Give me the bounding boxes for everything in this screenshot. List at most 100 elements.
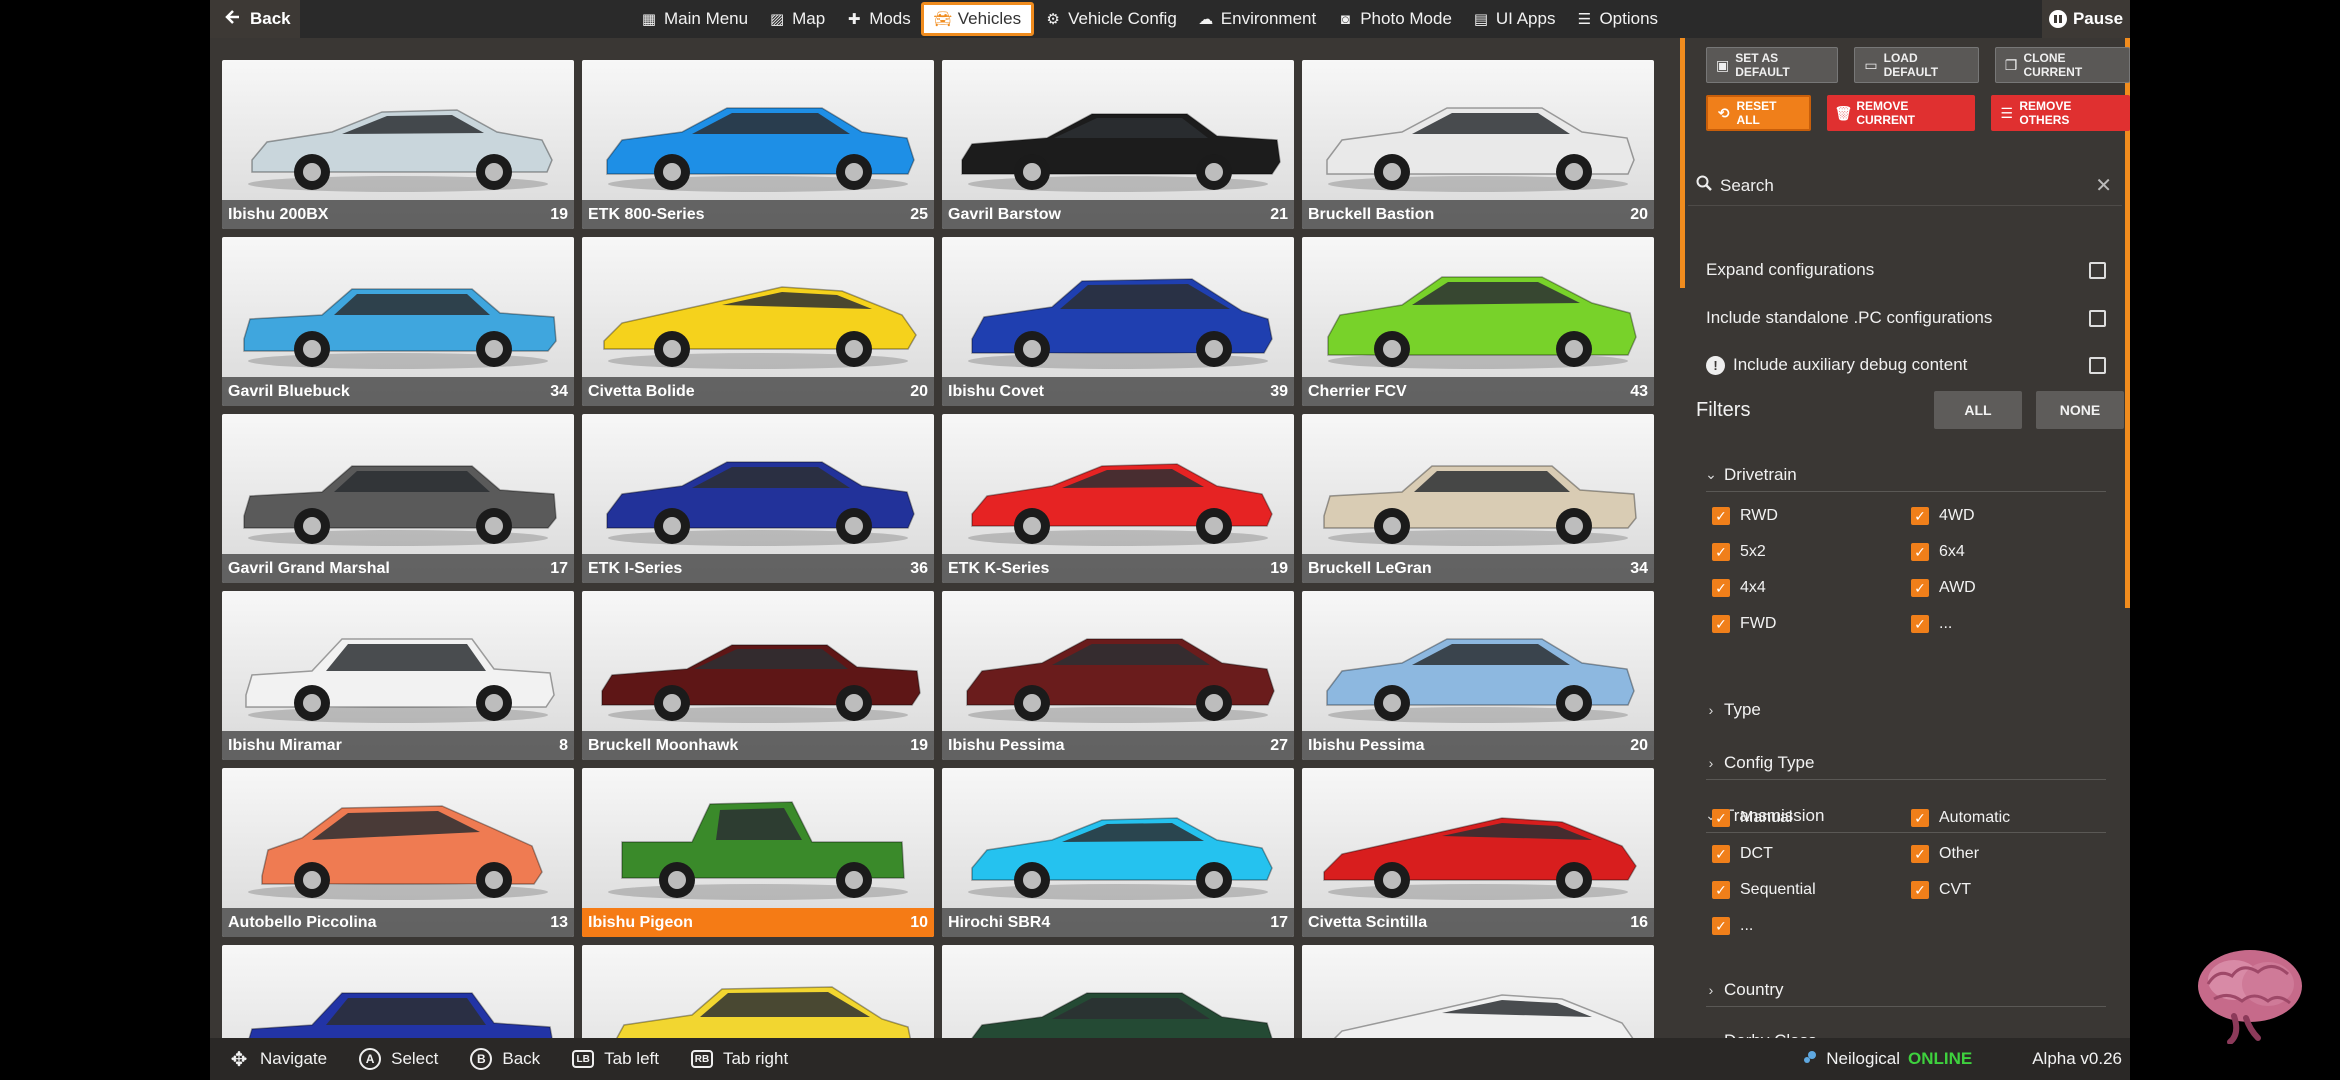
menu-item-ui-apps[interactable]: ▤ UI Apps: [1462, 2, 1566, 36]
vehicle-tile[interactable]: Gavril Grand Marshal 17: [222, 414, 574, 583]
vehicle-name: Autobello Piccolina: [228, 913, 377, 931]
vehicle-thumbnail: [248, 109, 553, 192]
filter-checkbox[interactable]: ✓ RWD: [1712, 504, 1778, 528]
vehicle-tile[interactable]: Ibishu Covet 39: [942, 237, 1294, 406]
menu-item-main-menu[interactable]: ▦ Main Menu: [630, 2, 758, 36]
vehicle-tile[interactable]: Gavril Bluebuck 34: [222, 237, 574, 406]
vehicle-tile[interactable]: Cherrier FCV 43: [1302, 237, 1654, 406]
vehicle-tile[interactable]: Civetta Scintilla 16: [1302, 768, 1654, 937]
vehicle-config-count: 20: [1630, 736, 1648, 754]
vehicle-tile[interactable]: Bruckell Moonhawk 19: [582, 591, 934, 760]
checkbox[interactable]: [2089, 309, 2106, 327]
menu-item-vehicle-config[interactable]: ⚙ Vehicle Config: [1034, 2, 1187, 36]
vehicle-tile[interactable]: Bruckell LeGran 34: [1302, 414, 1654, 583]
vehicle-tile[interactable]: [1302, 945, 1654, 1038]
filter-checkbox[interactable]: ✓ 4x4: [1712, 576, 1766, 600]
checkbox[interactable]: [2089, 261, 2106, 279]
vehicle-tile[interactable]: ETK K-Series 19: [942, 414, 1294, 583]
vehicle-name: Ibishu Pessima: [948, 736, 1065, 754]
filters-all-button[interactable]: ALL: [1934, 391, 2022, 429]
vehicle-tile[interactable]: Ibishu Pessima 20: [1302, 591, 1654, 760]
checkbox[interactable]: [2089, 356, 2106, 374]
filter-checkbox[interactable]: ✓ 4WD: [1911, 504, 1975, 528]
section-config-type[interactable]: › Config Type: [1706, 746, 2106, 780]
check-icon: ✓: [1712, 615, 1730, 633]
hint-select: A Select: [359, 1048, 438, 1070]
filter-checkbox[interactable]: ✓...: [1911, 612, 1952, 636]
filter-checkbox[interactable]: ✓ FWD: [1712, 612, 1776, 636]
filter-checkbox[interactable]: ✓...: [1712, 914, 1753, 938]
remove-current-button[interactable]: 🗑︎ REMOVE CURRENT: [1827, 95, 1975, 131]
back-button[interactable]: Back: [210, 0, 300, 38]
menu-item-mods[interactable]: ✚ Mods: [835, 2, 921, 36]
section-drivetrain[interactable]: ⌄ Drivetrain: [1705, 458, 2106, 492]
vehicle-config-count: 20: [910, 382, 928, 400]
vehicle-tile[interactable]: Ibishu Pessima 27: [942, 591, 1294, 760]
vehicle-caption: ETK I-Series 36: [582, 554, 934, 583]
check-icon: ✓: [1712, 579, 1730, 597]
menu-item-environment[interactable]: ☁ Environment: [1187, 2, 1326, 36]
filters-none-button[interactable]: NONE: [2036, 391, 2124, 429]
vehicle-tile[interactable]: [942, 945, 1294, 1038]
reset-all-button[interactable]: ⟲ RESET ALL: [1706, 95, 1812, 131]
vehicle-config-count: 19: [910, 736, 928, 754]
pause-button[interactable]: Pause: [2042, 0, 2130, 38]
vehicle-thumbnail: [603, 286, 917, 369]
vehicle-tile[interactable]: [582, 945, 934, 1038]
vehicle-tile[interactable]: Ibishu Miramar 8: [222, 591, 574, 760]
vehicle-tile[interactable]: Autobello Piccolina 13: [222, 768, 574, 937]
vehicle-tile[interactable]: ETK I-Series 36: [582, 414, 934, 583]
vehicle-tile[interactable]: Ibishu 200BX 19: [222, 60, 574, 229]
puzzle-icon: ✚: [847, 11, 861, 28]
top-menu-bar: Back ▦ Main Menu ▨ Map ✚ Mods 🚘︎ Vehicles ⚙ Vehic…: [210, 0, 2130, 38]
vehicle-caption: Autobello Piccolina 13: [222, 908, 574, 937]
section-type[interactable]: › Type: [1706, 693, 2106, 727]
filter-checkbox[interactable]: ✓ AWD: [1911, 576, 1976, 600]
vehicle-tile[interactable]: ETK 800-Series 25: [582, 60, 934, 229]
filter-checkbox[interactable]: ✓ CVT: [1911, 878, 1971, 902]
filter-checkbox[interactable]: ✓ Automatic: [1911, 806, 2010, 830]
vehicle-tile[interactable]: Bruckell Bastion 20: [1302, 60, 1654, 229]
search-input[interactable]: Search ✕: [1688, 166, 2122, 206]
vehicle-tile[interactable]: Hirochi SBR4 17: [942, 768, 1294, 937]
menu-item-label: Vehicles: [957, 9, 1022, 28]
option-include-debug-content[interactable]: ! Include auxiliary debug content: [1706, 349, 2106, 381]
vehicle-tile[interactable]: Gavril Barstow 21: [942, 60, 1294, 229]
clear-search-icon[interactable]: ✕: [2095, 173, 2112, 198]
option-include-standalone-pc[interactable]: Include standalone .PC configurations: [1706, 302, 2106, 334]
vehicle-tile[interactable]: [222, 945, 574, 1038]
load-default-button[interactable]: ▭ LOAD DEFAULT: [1854, 47, 1979, 83]
vehicle-config-count: 43: [1630, 382, 1648, 400]
vehicle-config-count: 10: [910, 913, 928, 931]
save-icon: ▣: [1716, 56, 1730, 73]
filter-checkbox[interactable]: ✓ 6x4: [1911, 540, 1965, 564]
controller-button-icon: ✥: [230, 1048, 248, 1071]
clone-current-button[interactable]: ❐ CLONE CURRENT: [1994, 47, 2130, 83]
filter-checkbox[interactable]: ✓ Manual: [1712, 806, 1792, 830]
vehicle-thumbnail: [968, 278, 1273, 369]
option-expand-configurations[interactable]: Expand configurations: [1706, 254, 2106, 286]
vehicle-tile[interactable]: Civetta Bolide 20: [582, 237, 934, 406]
menu-item-map[interactable]: ▨ Map: [758, 2, 835, 36]
filter-checkbox[interactable]: ✓ Sequential: [1712, 878, 1816, 902]
menu-item-vehicles[interactable]: 🚘︎ Vehicles: [920, 2, 1035, 36]
menu-item-options[interactable]: ☰ Options: [1565, 2, 1668, 36]
vehicle-tile[interactable]: Ibishu Pigeon 10: [582, 768, 934, 937]
vehicle-grid[interactable]: Ibishu 200BX 19 ETK 800-Series 25 Gavril B…: [222, 60, 1670, 1038]
filter-checkbox[interactable]: ✓ DCT: [1712, 842, 1773, 866]
vehicle-caption: Ibishu Covet 39: [942, 377, 1294, 406]
vehicle-thumbnail: [248, 805, 548, 900]
menu-item-photo-mode[interactable]: ◙ Photo Mode: [1326, 2, 1462, 36]
section-country[interactable]: › Country: [1706, 973, 2106, 1007]
filter-label: AWD: [1939, 579, 1976, 596]
status-area: Neilogical ONLINE Alpha v0.26: [1802, 1038, 2130, 1080]
filter-checkbox[interactable]: ✓ 5x2: [1712, 540, 1766, 564]
vehicle-caption: Cherrier FCV 43: [1302, 377, 1654, 406]
vehicle-config-count: 34: [550, 382, 568, 400]
filter-label: Sequential: [1740, 881, 1816, 898]
filter-checkbox[interactable]: ✓ Other: [1911, 842, 1979, 866]
remove-others-button[interactable]: ☰ REMOVE OTHERS: [1990, 95, 2130, 131]
apps-icon: ▤: [1473, 11, 1488, 28]
set-as-default-button[interactable]: ▣ SET AS DEFAULT: [1706, 47, 1839, 83]
option-label: Include auxiliary debug content: [1733, 355, 1968, 374]
